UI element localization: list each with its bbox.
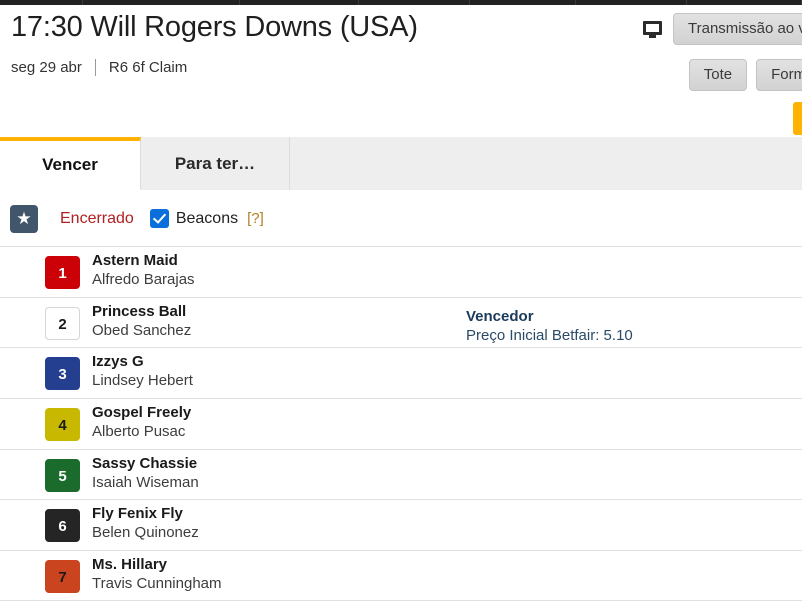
result-starting-price: Preço Inicial Betfair: 5.10 bbox=[466, 327, 633, 344]
race-date: seg 29 abr bbox=[11, 59, 82, 76]
winner-result-panel: Vencedor Preço Inicial Betfair: 5.10 bbox=[466, 307, 796, 346]
secondary-action-row: Tote Forma e bbox=[688, 59, 802, 91]
header-actions: Transmissão ao vivo Tote Forma e bbox=[502, 13, 802, 135]
status-badge: Encerrado bbox=[60, 209, 134, 227]
race-header: 17:30 Will Rogers Downs (USA) seg 29 abr… bbox=[0, 5, 802, 135]
jockey-name: Travis Cunningham bbox=[92, 575, 222, 593]
runner-details: Fly Fenix Fly Belen Quinonez bbox=[92, 504, 199, 543]
jockey-name: Obed Sanchez bbox=[92, 321, 192, 339]
runner-row[interactable]: 6 Fly Fenix Fly Belen Quinonez bbox=[0, 499, 802, 551]
horse-name: Princess Ball bbox=[92, 302, 187, 320]
runner-row[interactable]: 3 Izzys G Lindsey Hebert bbox=[0, 347, 802, 399]
orange-side-tab[interactable] bbox=[793, 102, 802, 135]
runner-row[interactable]: 4 Gospel Freely Alberto Pusac bbox=[0, 398, 802, 449]
runner-row[interactable]: 1 Astern Maid Alfredo Barajas bbox=[0, 246, 802, 297]
live-stream-row: Transmissão ao vivo bbox=[643, 13, 802, 45]
runner-details: Astern Maid Alfredo Barajas bbox=[92, 251, 195, 290]
jockey-name: Alberto Pusac bbox=[92, 423, 186, 441]
page-title: 17:30 Will Rogers Downs (USA) bbox=[11, 11, 418, 43]
runners-list: 1 Astern Maid Alfredo Barajas 2 Princess Bal… bbox=[0, 246, 802, 601]
jockey-name: Alfredo Barajas bbox=[92, 271, 195, 288]
tote-button[interactable]: Tote bbox=[688, 59, 748, 91]
saddlecloth-number: 3 bbox=[45, 357, 80, 391]
beacons-help-link[interactable]: [?] bbox=[247, 210, 264, 227]
form-button[interactable]: Forma e bbox=[756, 59, 802, 91]
runner-details: Princess Ball Obed Sanchez bbox=[92, 302, 191, 341]
star-icon[interactable]: ★ bbox=[10, 204, 38, 233]
horse-name: Astern Maid bbox=[92, 252, 178, 269]
horse-name: Gospel Freely bbox=[92, 404, 192, 422]
runner-details: Gospel Freely Alberto Pusac bbox=[92, 403, 191, 442]
race-info: R6 6f Claim bbox=[108, 59, 188, 76]
jockey-name: Isaiah Wiseman bbox=[92, 473, 199, 491]
live-stream-button[interactable]: Transmissão ao vivo bbox=[673, 13, 802, 45]
runner-details: Ms. Hillary Travis Cunningham bbox=[92, 555, 222, 594]
runner-details: Sassy Chassie Isaiah Wiseman bbox=[92, 454, 199, 493]
saddlecloth-number: 5 bbox=[45, 458, 80, 492]
jockey-name: Lindsey Hebert bbox=[92, 372, 193, 390]
horse-name: Fly Fenix Fly bbox=[92, 505, 183, 523]
runner-details: Izzys G Lindsey Hebert bbox=[92, 352, 193, 391]
jockey-name: Belen Quinonez bbox=[92, 524, 199, 542]
result-title: Vencedor bbox=[466, 308, 534, 325]
saddlecloth-number: 1 bbox=[45, 256, 80, 289]
saddlecloth-number: 7 bbox=[45, 560, 80, 594]
beacons-label: Beacons bbox=[175, 209, 239, 227]
market-status-row: ★ Encerrado Beacons [?] bbox=[0, 191, 802, 246]
tv-monitor-icon bbox=[643, 20, 662, 38]
horse-name: Izzys G bbox=[92, 353, 144, 371]
subtitle-divider bbox=[94, 59, 96, 76]
beacons-checkbox[interactable] bbox=[149, 209, 169, 228]
runner-row[interactable]: 5 Sassy Chassie Isaiah Wiseman bbox=[0, 448, 802, 500]
saddlecloth-number: 4 bbox=[45, 408, 80, 442]
tab-para-ter[interactable]: Para ter… bbox=[141, 137, 290, 190]
runner-row[interactable]: 7 Ms. Hillary Travis Cunningham bbox=[0, 550, 802, 601]
market-tab-bar: Vencer Para ter… bbox=[0, 137, 802, 190]
horse-name: Sassy Chassie bbox=[92, 454, 198, 472]
saddlecloth-number: 6 bbox=[45, 509, 80, 543]
tab-bar-filler bbox=[290, 137, 802, 190]
race-subtitle: seg 29 abr R6 6f Claim bbox=[11, 59, 187, 76]
tab-vencer[interactable]: Vencer bbox=[0, 137, 141, 190]
horse-name: Ms. Hillary bbox=[92, 556, 168, 574]
saddlecloth-number: 2 bbox=[45, 306, 80, 340]
